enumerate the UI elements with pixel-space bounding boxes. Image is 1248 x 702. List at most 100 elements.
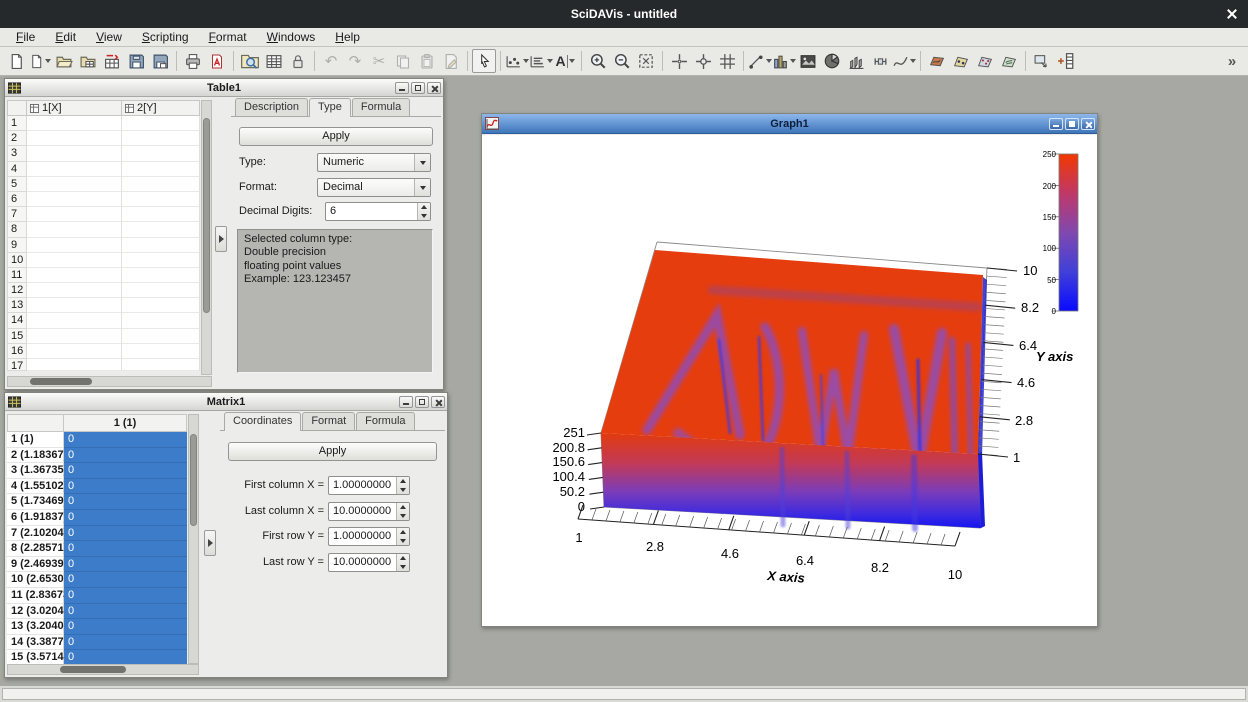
plot-3d-contour-button[interactable] [997,49,1021,73]
cell[interactable] [27,146,122,161]
maximize-icon[interactable] [411,82,425,94]
plot-3d-bars-button[interactable] [844,49,868,73]
cell[interactable] [122,222,200,237]
cell[interactable] [122,238,200,253]
cut-button[interactable]: ✂ [367,49,391,73]
app-titlebar[interactable]: SciDAVis - untitled [0,0,1248,28]
cell[interactable] [122,253,200,268]
open-template-button[interactable] [76,49,100,73]
cell[interactable] [27,329,122,344]
fit-frame-button[interactable] [634,49,658,73]
save-project-button[interactable] [124,49,148,73]
chevron-up-icon[interactable] [400,530,406,534]
tab-formula[interactable]: Formula [356,412,414,430]
cell[interactable] [122,146,200,161]
tab-type[interactable]: Type [309,98,351,117]
cell[interactable] [27,283,122,298]
chevron-down-icon[interactable] [421,214,427,218]
menu-windows[interactable]: Windows [257,28,326,47]
project-explorer-button[interactable] [238,49,262,73]
tab-formula[interactable]: Formula [352,98,410,116]
minimize-icon[interactable] [399,396,413,408]
tab-description[interactable]: Description [235,98,308,116]
matrix-column-header[interactable]: 1 (1) [64,414,187,432]
maximize-icon[interactable] [1065,118,1079,130]
undo-button[interactable]: ↶ [319,49,343,73]
plot-image-button[interactable] [796,49,820,73]
plot-spline-dropdown-button[interactable] [892,49,916,73]
pick-data-dropdown-button[interactable] [505,49,529,73]
table1-vscrollbar[interactable] [201,100,212,375]
lock-toolbars-button[interactable] [286,49,310,73]
redo-button[interactable]: ↷ [343,49,367,73]
chevron-down-icon[interactable] [400,514,406,518]
menu-scripting[interactable]: Scripting [132,28,199,47]
column-header-2y[interactable]: 2[Y] [122,100,200,116]
print-button[interactable] [181,49,205,73]
minimize-icon[interactable] [1049,118,1063,130]
tab-format[interactable]: Format [302,412,355,430]
table1-titlebar[interactable]: Table1 [5,79,443,97]
copy-button[interactable] [391,49,415,73]
cell[interactable] [122,116,200,131]
remove-data-point-button[interactable] [715,49,739,73]
cell[interactable] [27,131,122,146]
tab-coordinates[interactable]: Coordinates [224,412,301,431]
cell[interactable] [27,344,122,359]
cell[interactable] [122,313,200,328]
text-tool-dropdown-button[interactable]: A [553,49,577,73]
export-pdf-button[interactable] [205,49,229,73]
chevron-down-icon[interactable] [400,565,406,569]
corner-header[interactable] [7,100,27,116]
cell[interactable] [122,131,200,146]
cell[interactable] [27,298,122,313]
chevron-down-icon[interactable] [400,488,406,492]
matrix1-panel-collapse-button[interactable] [204,530,216,556]
open-project-button[interactable] [52,49,76,73]
menu-file[interactable]: File [6,28,45,47]
plot-box-button[interactable] [868,49,892,73]
cell[interactable] [122,268,200,283]
minimize-icon[interactable] [395,82,409,94]
cell[interactable] [27,238,122,253]
add-data-point-button[interactable] [667,49,691,73]
table-view-button[interactable] [262,49,286,73]
zoom-in-button[interactable] [586,49,610,73]
matrix1-titlebar[interactable]: Matrix1 [5,393,447,411]
cell[interactable] [122,162,200,177]
menu-format[interactable]: Format [199,28,257,47]
cell[interactable] [27,162,122,177]
close-icon[interactable] [1081,118,1095,130]
graph1-canvas[interactable]: 251 200.8 150.6 100.4 50.2 0 1 2. [482,135,1097,626]
table1-hscrollbar[interactable] [7,376,212,387]
type-combobox[interactable]: Numeric [317,153,431,172]
pointer-select-button[interactable] [472,49,496,73]
corner-header[interactable] [7,414,64,432]
menu-help[interactable]: Help [325,28,370,47]
cell[interactable] [122,298,200,313]
last-row-y-spinbox[interactable]: 10.0000000 [328,553,410,572]
chevron-up-icon[interactable] [400,556,406,560]
plot-3d-surface-button[interactable] [925,49,949,73]
cell[interactable] [122,283,200,298]
cell[interactable] [122,207,200,222]
chevron-up-icon[interactable] [400,505,406,509]
cell[interactable] [27,222,122,237]
add-column-button[interactable] [1054,49,1078,73]
chevron-down-icon[interactable] [400,539,406,543]
cell[interactable] [27,192,122,207]
paste-button[interactable] [415,49,439,73]
cell[interactable] [27,207,122,222]
cell[interactable] [122,192,200,207]
layer-dropdown-button[interactable] [529,49,553,73]
close-icon[interactable] [1226,8,1238,20]
format-combobox[interactable]: Decimal [317,178,431,197]
cell[interactable] [122,329,200,344]
first-row-y-spinbox[interactable]: 1.00000000 [328,527,410,546]
close-icon[interactable] [431,396,445,408]
cell[interactable] [27,253,122,268]
new-project-button[interactable] [4,49,28,73]
cell[interactable] [122,177,200,192]
toolbar-overflow-button[interactable]: » [1220,49,1244,73]
graph1-titlebar[interactable]: Graph1 [482,114,1097,134]
